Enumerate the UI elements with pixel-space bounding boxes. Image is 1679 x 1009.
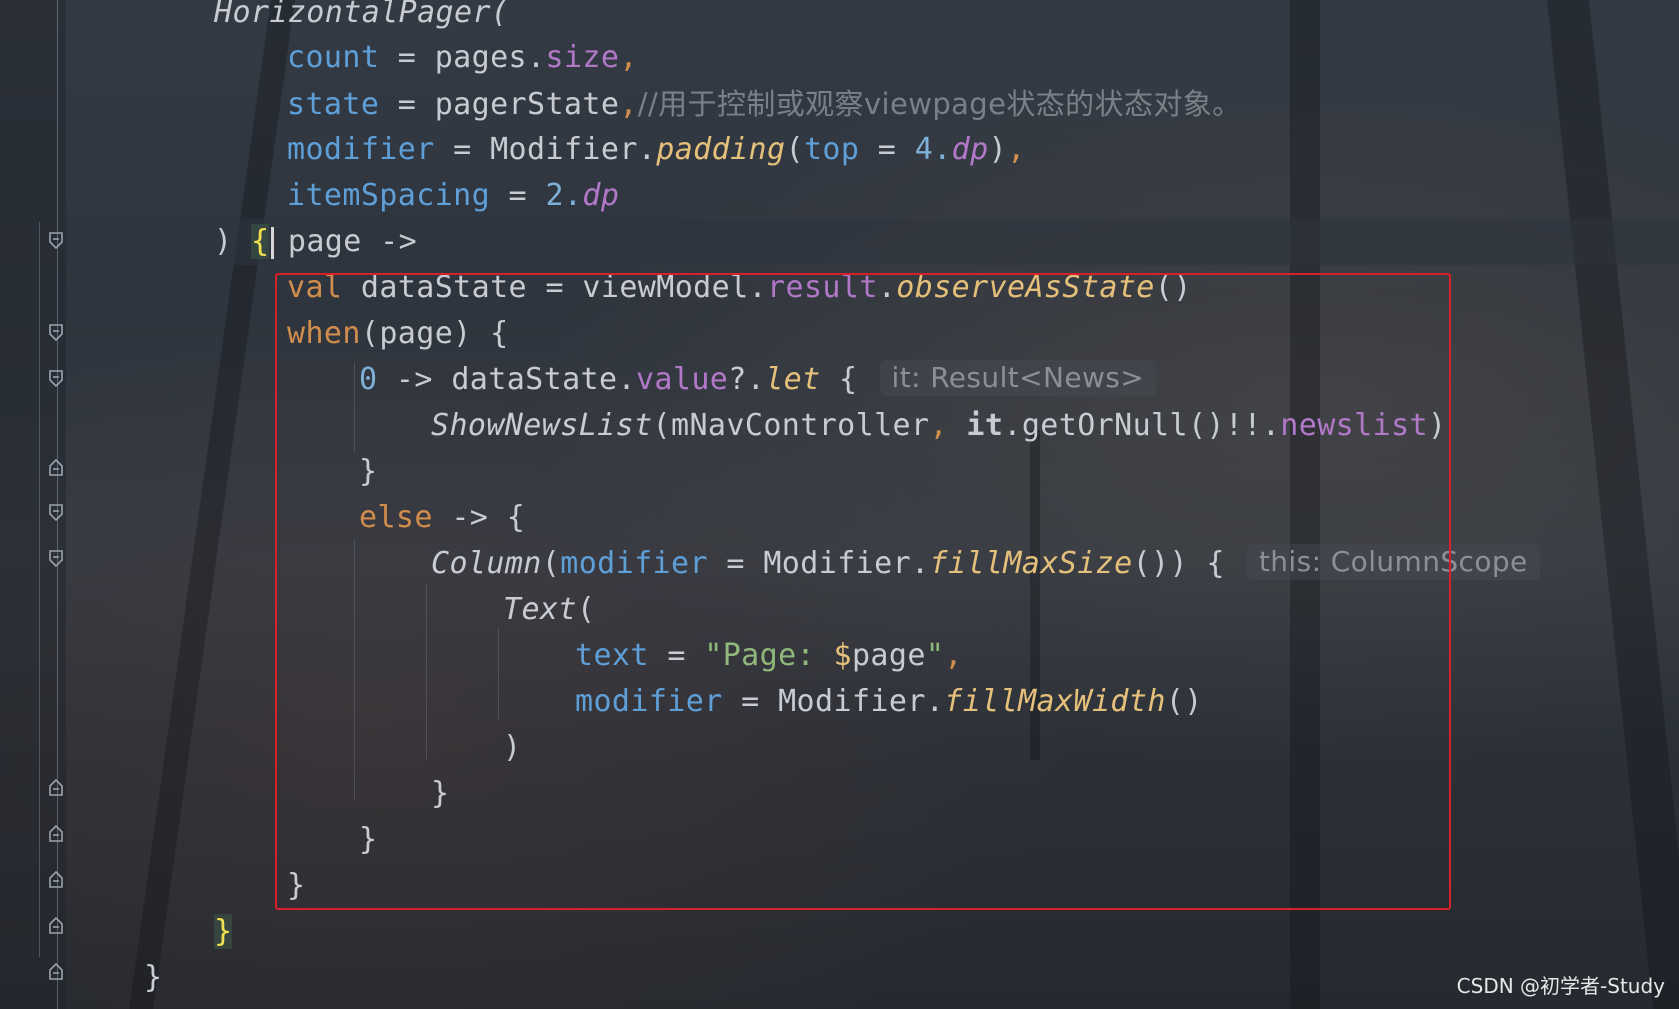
- fold-open-icon[interactable]: [47, 550, 65, 568]
- code-token: }: [144, 960, 163, 995]
- code-token: =: [434, 132, 491, 167]
- fold-close-icon[interactable]: [47, 824, 65, 842]
- code-token: HorizontalPager(: [214, 0, 510, 30]
- fold-close-icon[interactable]: [47, 458, 65, 476]
- code-token: ): [988, 132, 1008, 167]
- code-line[interactable]: }: [144, 955, 162, 1001]
- code-line[interactable]: count = pages.size,: [287, 35, 638, 81]
- code-token: //用于控制或观察viewpage状态的状态对象。: [637, 87, 1242, 121]
- code-token: modifier: [287, 132, 435, 167]
- code-token: Modifier.: [490, 132, 657, 167]
- fold-close-icon[interactable]: [47, 916, 65, 934]
- code-line[interactable]: ) { page ->: [214, 219, 417, 265]
- code-token: ,: [619, 87, 638, 122]
- code-token: =: [490, 178, 546, 213]
- fold-open-icon[interactable]: [47, 324, 65, 342]
- code-token: 4.: [914, 132, 952, 167]
- code-line[interactable]: HorizontalPager(: [214, 0, 509, 36]
- highlight-annotation-box: [275, 273, 1451, 910]
- code-token: (: [785, 132, 804, 167]
- code-line[interactable]: itemSpacing = 2.dp: [287, 173, 619, 219]
- watermark: CSDN @初学者-Study: [1456, 974, 1665, 998]
- code-token: dp: [582, 178, 620, 213]
- code-token: count: [287, 40, 380, 75]
- code-token: ): [214, 224, 251, 259]
- code-line[interactable]: state = pagerState,//用于控制或观察viewpage状态的状…: [287, 81, 1242, 128]
- code-token: dp: [951, 132, 989, 167]
- code-token: ,: [619, 40, 638, 75]
- fold-close-icon[interactable]: [47, 870, 65, 888]
- gutter-divider: [39, 222, 40, 957]
- code-token: size: [545, 40, 620, 75]
- code-token: itemSpacing: [287, 178, 491, 213]
- code-line[interactable]: }: [214, 909, 233, 955]
- code-token: =: [379, 40, 435, 75]
- code-token: page ->: [269, 224, 418, 259]
- code-token: ,: [1007, 132, 1026, 167]
- fold-open-icon[interactable]: [47, 370, 65, 388]
- code-token: =: [379, 87, 435, 122]
- code-token: state: [287, 87, 380, 122]
- code-line[interactable]: modifier = Modifier.padding(top = 4.dp),: [287, 127, 1026, 173]
- code-token: pages.: [434, 40, 546, 75]
- text-caret: [271, 227, 274, 259]
- fold-close-icon[interactable]: [47, 962, 65, 980]
- code-token: }: [214, 914, 233, 949]
- fold-open-icon[interactable]: [47, 504, 65, 522]
- fold-open-icon[interactable]: [47, 232, 65, 250]
- code-token: top: [803, 132, 860, 167]
- code-token: {: [250, 224, 270, 259]
- fold-close-icon[interactable]: [47, 778, 65, 796]
- code-token: 2.: [545, 178, 583, 213]
- code-token: padding: [656, 132, 786, 167]
- code-token: pagerState: [434, 87, 620, 122]
- code-token: =: [859, 132, 915, 167]
